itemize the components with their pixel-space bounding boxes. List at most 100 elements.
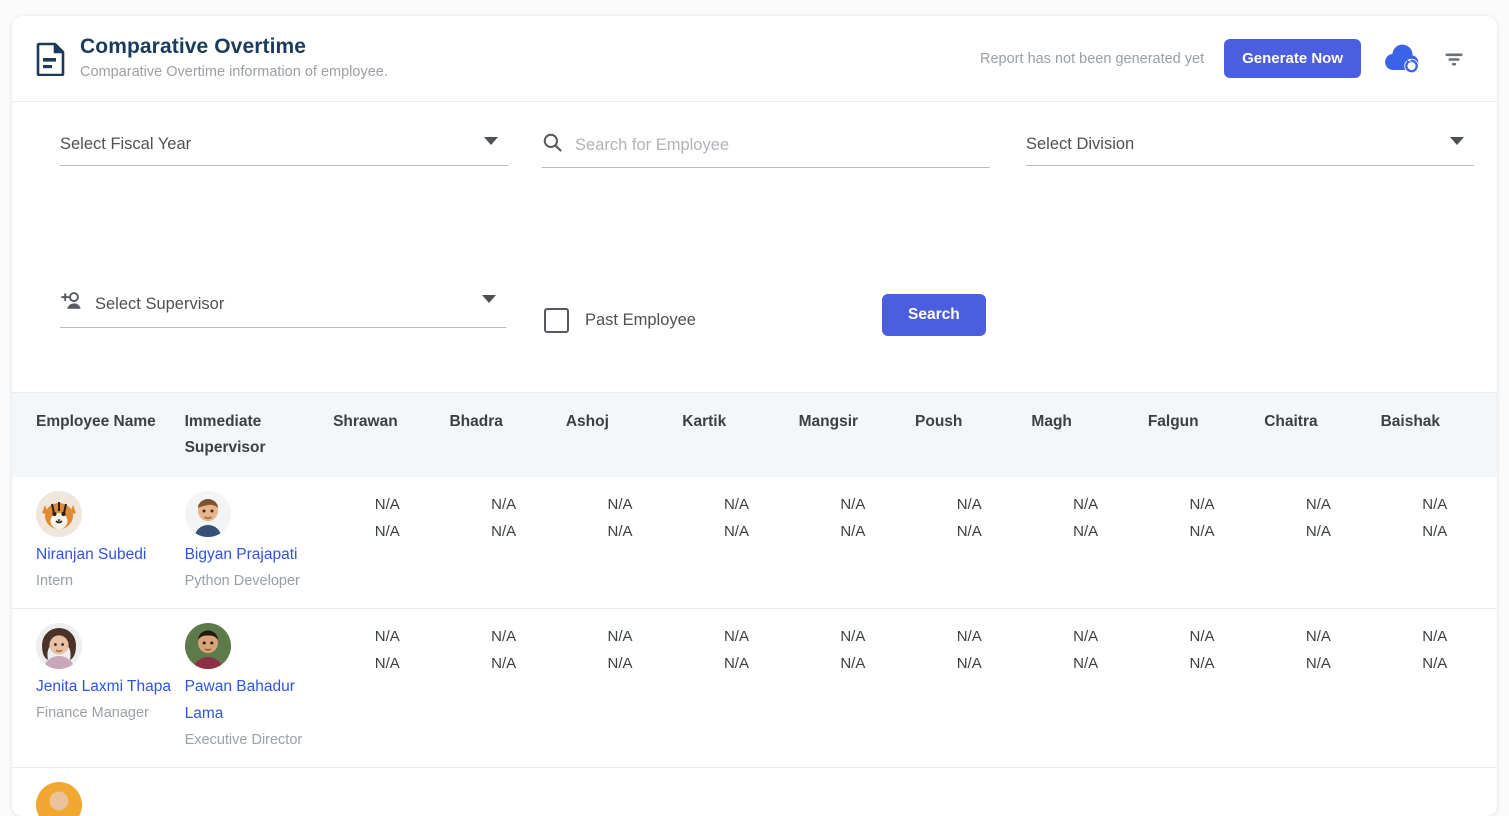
column-header-shrawan[interactable]: Shrawan [333,393,449,477]
overtime-cell: N/A N/A [1381,609,1497,768]
chevron-down-icon [482,295,496,303]
overtime-cell: N/A N/A [799,609,915,768]
supervisor-role: Python Developer [185,573,300,589]
overtime-value: N/A [1381,491,1489,518]
overtime-cell: N/A N/A [915,477,1031,609]
overtime-value: N/A [1264,623,1372,650]
supervisor-cell: Pawan Bahadur Lama Executive Director [185,609,334,768]
overtime-value: N/A [1148,650,1256,677]
filter-panel: Select Fiscal Year Search for Employee S… [12,102,1497,392]
overtime-cell: N/A N/A [799,477,915,609]
overtime-value: N/A [1148,623,1256,650]
overtime-value: N/A [682,518,790,545]
overtime-value: N/A [1031,518,1139,545]
overtime-value: N/A [333,650,441,677]
table-row: Niranjan Subedi Intern [12,477,1497,609]
table-header-row: Employee Name Immediate Supervisor Shraw… [12,393,1497,477]
person-add-icon [60,290,85,318]
overtime-cell: N/A N/A [1264,609,1380,768]
overtime-value: N/A [1264,650,1372,677]
column-header-chaitra[interactable]: Chaitra [1264,393,1380,477]
report-status-text: Report has not been generated yet [980,51,1204,67]
supervisor-select[interactable]: Select Supervisor [60,286,506,328]
column-header-employee-name[interactable]: Employee Name [12,393,185,477]
overtime-value: N/A [1031,491,1139,518]
cloud-sync-icon[interactable] [1377,39,1427,79]
supervisor-name-link[interactable]: Pawan Bahadur Lama [185,673,326,727]
column-header-immediate-supervisor[interactable]: Immediate Supervisor [185,393,334,477]
overtime-value: N/A [449,623,557,650]
fiscal-year-value: Select Fiscal Year [60,132,191,156]
header-title-block: Comparative Overtime Comparative Overtim… [80,34,388,83]
column-header-falgun[interactable]: Falgun [1148,393,1264,477]
employee-cell: Niranjan Subedi Intern [12,477,185,609]
column-header-magh[interactable]: Magh [1031,393,1147,477]
overtime-cell: N/A N/A [682,477,798,609]
overtime-cell: N/A N/A [449,609,565,768]
generate-now-button[interactable]: Generate Now [1224,39,1361,78]
search-button[interactable]: Search [882,294,986,336]
avatar [185,491,231,537]
supervisor-role: Executive Director [185,732,303,748]
overtime-value: N/A [449,491,557,518]
search-icon [542,132,563,158]
overtime-value: N/A [1148,518,1256,545]
avatar [36,782,82,816]
overtime-value: N/A [682,491,790,518]
overtime-cell: N/A N/A [566,609,682,768]
column-header-bhadra[interactable]: Bhadra [449,393,565,477]
document-icon [36,42,66,76]
overtime-cell: N/A N/A [333,609,449,768]
page-subtitle: Comparative Overtime information of empl… [80,61,388,83]
overtime-value: N/A [1264,518,1372,545]
supervisor-name-link[interactable]: Bigyan Prajapati [185,541,326,568]
filter-icon[interactable] [1433,39,1475,79]
filter-row-2: Select Supervisor Past Employee Search [34,168,1475,336]
avatar [36,623,82,669]
column-header-mangsir[interactable]: Mangsir [799,393,915,477]
page-title: Comparative Overtime [80,34,388,60]
employee-cell: Jenita Laxmi Thapa Finance Manager [12,609,185,768]
overtime-value: N/A [915,650,1023,677]
overtime-value: N/A [566,491,674,518]
avatar [185,623,231,669]
report-card: Comparative Overtime Comparative Overtim… [12,16,1497,816]
overtime-value: N/A [1148,491,1256,518]
column-header-poush[interactable]: Poush [915,393,1031,477]
overtime-cell: N/A N/A [566,477,682,609]
overtime-cell: N/A N/A [1148,477,1264,609]
page-header: Comparative Overtime Comparative Overtim… [12,16,1497,102]
overtime-cell: N/A N/A [1148,609,1264,768]
overtime-value: N/A [333,518,441,545]
overtime-cell: N/A N/A [1031,609,1147,768]
overtime-value: N/A [799,518,907,545]
chevron-down-icon [484,137,498,145]
overtime-value: N/A [566,623,674,650]
fiscal-year-select[interactable]: Select Fiscal Year [60,128,508,166]
overtime-value: N/A [566,650,674,677]
overtime-value: N/A [1381,650,1489,677]
past-employee-checkbox[interactable] [544,308,569,333]
overtime-value: N/A [682,623,790,650]
overtime-value: N/A [1031,623,1139,650]
employee-search-field[interactable]: Search for Employee [542,128,990,168]
column-header-kartik[interactable]: Kartik [682,393,798,477]
employee-name-link[interactable]: Jenita Laxmi Thapa [36,673,177,700]
overtime-value: N/A [1031,650,1139,677]
overtime-value: N/A [799,623,907,650]
division-value: Select Division [1026,132,1134,156]
column-header-ashoj[interactable]: Ashoj [566,393,682,477]
table-row: Jenita Laxmi Thapa Finance Manager [12,609,1497,768]
past-employee-checkbox-group[interactable]: Past Employee [544,308,696,333]
overtime-value: N/A [1381,518,1489,545]
overtime-cell: N/A N/A [1264,477,1380,609]
header-actions: Report has not been generated yet Genera… [980,39,1475,79]
overtime-cell: N/A N/A [1381,477,1497,609]
column-header-baishak[interactable]: Baishak [1381,393,1497,477]
employee-name-link[interactable]: Niranjan Subedi [36,541,177,568]
overtime-value: N/A [915,623,1023,650]
employee-role: Finance Manager [36,705,149,721]
table-body: Niranjan Subedi Intern [12,477,1497,816]
overtime-value: N/A [333,623,441,650]
division-select[interactable]: Select Division [1026,128,1474,166]
